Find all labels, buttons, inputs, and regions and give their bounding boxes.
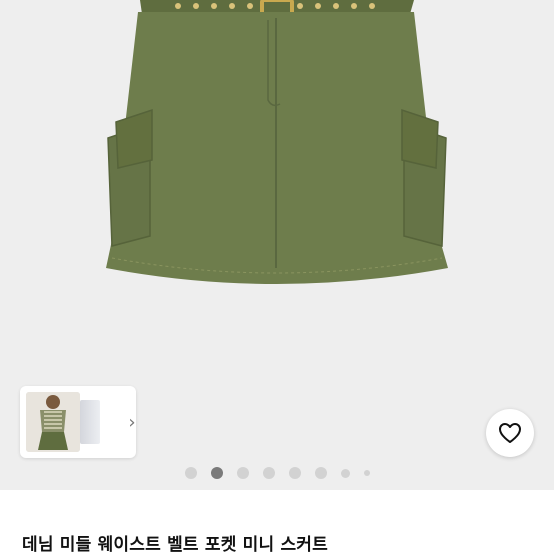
pagination-dot[interactable] xyxy=(184,467,197,479)
heart-icon xyxy=(499,423,521,443)
pagination-dot[interactable] xyxy=(314,467,327,479)
thumbnail-strip[interactable]: › xyxy=(20,386,136,458)
pagination-dot[interactable] xyxy=(236,467,249,479)
model-thumbnail[interactable] xyxy=(26,392,80,452)
pagination-dot[interactable] xyxy=(262,467,275,479)
chevron-right-icon[interactable]: › xyxy=(124,408,140,436)
pagination-dot[interactable] xyxy=(363,470,370,476)
pagination-dot[interactable] xyxy=(288,467,301,479)
pagination-dot[interactable] xyxy=(340,468,350,478)
product-info: 데님 미들 웨이스트 벨트 포켓 미니 스커트 xyxy=(0,490,554,554)
gallery-pagination xyxy=(0,466,554,480)
wishlist-button[interactable] xyxy=(486,409,534,457)
next-thumbnail-preview[interactable] xyxy=(80,400,100,444)
product-image-area[interactable]: › xyxy=(0,0,554,490)
product-title: 데님 미들 웨이스트 벨트 포켓 미니 스커트 xyxy=(22,535,328,554)
pagination-dot-active[interactable] xyxy=(210,467,223,479)
